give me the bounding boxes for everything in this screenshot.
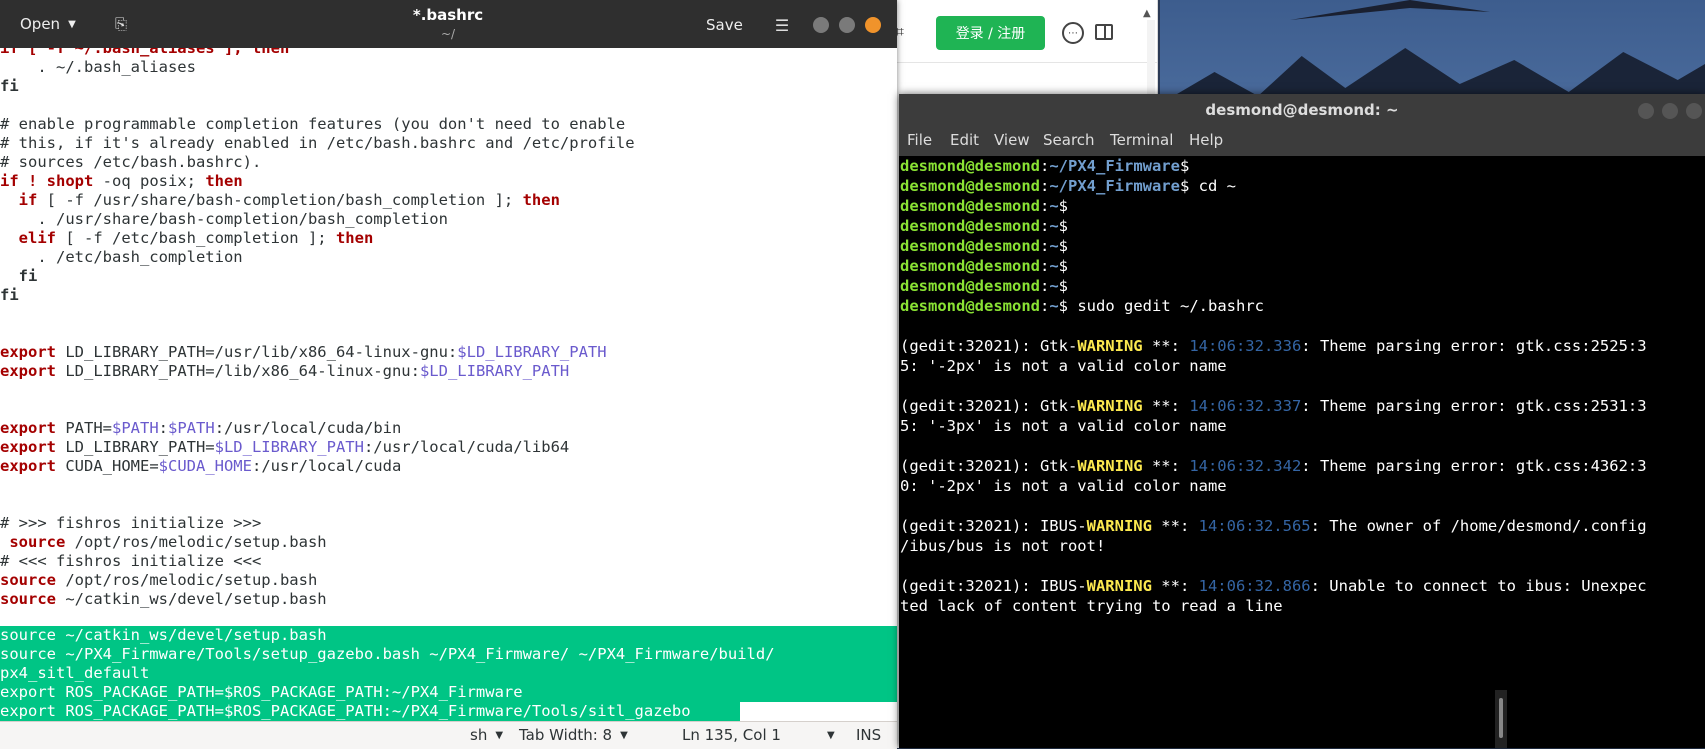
terminal-line: desmond@desmond:~$: [900, 217, 1069, 235]
cursor-position-label: Ln 135, Col 1: [682, 726, 781, 744]
chevron-down-icon: ▼: [620, 729, 628, 741]
language-label: sh: [470, 726, 488, 744]
code-line: fi: [0, 267, 38, 285]
terminal-line: desmond@desmond:~$: [900, 197, 1069, 215]
scrollbar-thumb[interactable]: [1499, 698, 1503, 738]
menu-search[interactable]: Search: [1043, 131, 1095, 149]
terminal-line: desmond@desmond:~$: [900, 277, 1069, 295]
terminal-line: desmond@desmond:~$: [900, 237, 1069, 255]
code-line: export LD_LIBRARY_PATH=/usr/lib/x86_64-l…: [0, 343, 607, 361]
selected-code-line: source ~/PX4_Firmware/Tools/setup_gazebo…: [0, 645, 775, 663]
terminal-warning-line: (gedit:32021): IBUS-WARNING **: 14:06:32…: [900, 517, 1647, 535]
selected-code-line: export ROS_PACKAGE_PATH=$ROS_PACKAGE_PAT…: [0, 683, 523, 701]
code-line: if [ -f ~/.bash_aliases ]; then: [0, 48, 290, 57]
code-line: # <<< fishros initialize <<<: [0, 552, 262, 570]
maximize-button[interactable]: [839, 17, 855, 33]
selected-code-line: export ROS_PACKAGE_PATH=$ROS_PACKAGE_PAT…: [0, 702, 691, 720]
maximize-button[interactable]: [1662, 103, 1678, 119]
gedit-headerbar: Open ▼ ⎘ *.bashrc ~/ Save ☰: [0, 0, 897, 48]
menu-terminal[interactable]: Terminal: [1110, 131, 1173, 149]
code-line: if ! shopt -oq posix; then: [0, 172, 243, 190]
side-panel-icon[interactable]: [1095, 24, 1113, 40]
save-button[interactable]: Save: [696, 12, 753, 38]
code-line: fi: [0, 77, 19, 95]
chevron-down-icon: ▼: [495, 729, 504, 741]
terminal-line: 0: '-2px' is not a valid color name: [900, 477, 1227, 495]
gedit-statusbar: sh ▼ Tab Width: 8 ▼ Ln 135, Col 1 ▼ INS: [0, 721, 897, 749]
terminal-line: desmond@desmond:~/PX4_Firmware$: [900, 157, 1190, 175]
selection-end-gap: [740, 702, 897, 721]
code-line: export CUDA_HOME=$CUDA_HOME:/usr/local/c…: [0, 457, 402, 475]
terminal-warning-line: (gedit:32021): IBUS-WARNING **: 14:06:32…: [900, 577, 1647, 595]
code-line: fi: [0, 286, 19, 304]
terminal-output[interactable]: desmond@desmond:~/PX4_Firmware$ desmond@…: [899, 156, 1705, 690]
code-line: . /usr/share/bash-completion/bash_comple…: [0, 210, 448, 228]
code-line: # this, if it's already enabled in /etc/…: [0, 134, 635, 152]
code-line: if [ -f /usr/share/bash-completion/bash_…: [0, 191, 560, 209]
open-button[interactable]: Open ▼: [8, 10, 88, 38]
cursor-position-selector[interactable]: Ln 135, Col 1 ▼: [682, 726, 835, 744]
code-line: source /opt/ros/melodic/setup.bash: [0, 533, 327, 551]
language-selector[interactable]: sh ▼: [470, 726, 503, 744]
document-path: ~/: [440, 27, 456, 41]
tab-width-selector[interactable]: Tab Width: 8 ▼: [519, 726, 628, 744]
open-label: Open: [20, 15, 61, 33]
code-line: export LD_LIBRARY_PATH=/lib/x86_64-linux…: [0, 362, 570, 380]
minimize-button[interactable]: [813, 17, 829, 33]
login-register-button[interactable]: 登录 / 注册: [936, 16, 1045, 50]
menu-view[interactable]: View: [994, 131, 1030, 149]
code-line: . /etc/bash_completion: [0, 248, 243, 266]
terminal-warning-line: (gedit:32021): Gtk-WARNING **: 14:06:32.…: [900, 337, 1647, 355]
code-line: # enable programmable completion feature…: [0, 115, 626, 133]
insert-mode-indicator[interactable]: INS: [856, 726, 881, 744]
code-line: export PATH=$PATH:$PATH:/usr/local/cuda/…: [0, 419, 402, 437]
hamburger-menu-icon[interactable]: ☰: [770, 12, 794, 38]
editor-text-area[interactable]: if [ -f ~/.bash_aliases ]; then . ~/.bas…: [0, 48, 897, 721]
terminal-window: desmond@desmond: ~ File Edit View Search…: [899, 94, 1705, 748]
browser-topbar: ⌗ 登录 / 注册 ⋯ ▲: [895, 0, 1157, 63]
menu-help[interactable]: Help: [1189, 131, 1223, 149]
terminal-line: 5: '-3px' is not a valid color name: [900, 417, 1227, 435]
terminal-line: desmond@desmond:~$ sudo gedit ~/.bashrc: [900, 297, 1264, 315]
code-line: . ~/.bash_aliases: [0, 58, 196, 76]
close-button[interactable]: [865, 17, 881, 33]
selected-code-line: source ~/catkin_ws/devel/setup.bash: [0, 626, 327, 644]
menu-edit[interactable]: Edit: [950, 131, 979, 149]
document-title: *.bashrc: [412, 6, 484, 24]
close-button[interactable]: [1686, 103, 1702, 119]
tab-width-label: Tab Width: 8: [519, 726, 613, 744]
code-line: # sources /etc/bash.bashrc).: [0, 153, 262, 171]
terminal-menubar: File Edit View Search Terminal Help: [899, 126, 1705, 156]
selected-code-line: px4_sitl_default: [0, 664, 150, 682]
minimize-button[interactable]: [1638, 103, 1654, 119]
terminal-line: 5: '-2px' is not a valid color name: [900, 357, 1227, 375]
terminal-line: desmond@desmond:~$: [900, 257, 1069, 275]
terminal-line: desmond@desmond:~/PX4_Firmware$ cd ~: [900, 177, 1236, 195]
code-line: # >>> fishros initialize >>>: [0, 514, 262, 532]
terminal-titlebar: desmond@desmond: ~: [899, 94, 1705, 126]
qr-code-icon[interactable]: ⌗: [895, 22, 911, 41]
terminal-line: /ibus/bus is not root!: [900, 537, 1106, 555]
wallpaper-bird-shape: [1290, 0, 1490, 20]
terminal-title: desmond@desmond: ~: [1205, 101, 1399, 119]
chat-icon[interactable]: ⋯: [1062, 22, 1084, 44]
code-line: export LD_LIBRARY_PATH=$LD_LIBRARY_PATH:…: [0, 438, 570, 456]
scroll-up-arrow-icon[interactable]: ▲: [1143, 8, 1151, 19]
gedit-window: Open ▼ ⎘ *.bashrc ~/ Save ☰ if [ -f ~/.b…: [0, 0, 897, 749]
code-line: source ~/catkin_ws/devel/setup.bash: [0, 590, 327, 608]
code-line: source /opt/ros/melodic/setup.bash: [0, 571, 318, 589]
chevron-down-icon: ▼: [68, 18, 76, 30]
terminal-line: ted lack of content trying to read a lin…: [900, 597, 1283, 615]
menu-file[interactable]: File: [907, 131, 932, 149]
terminal-warning-line: (gedit:32021): Gtk-WARNING **: 14:06:32.…: [900, 397, 1647, 415]
new-document-icon[interactable]: ⎘: [108, 12, 134, 36]
terminal-warning-line: (gedit:32021): Gtk-WARNING **: 14:06:32.…: [900, 457, 1647, 475]
chevron-down-icon: ▼: [826, 729, 835, 741]
terminal-scrollbar[interactable]: [1495, 690, 1507, 748]
code-line: elif [ -f /etc/bash_completion ]; then: [0, 229, 374, 247]
